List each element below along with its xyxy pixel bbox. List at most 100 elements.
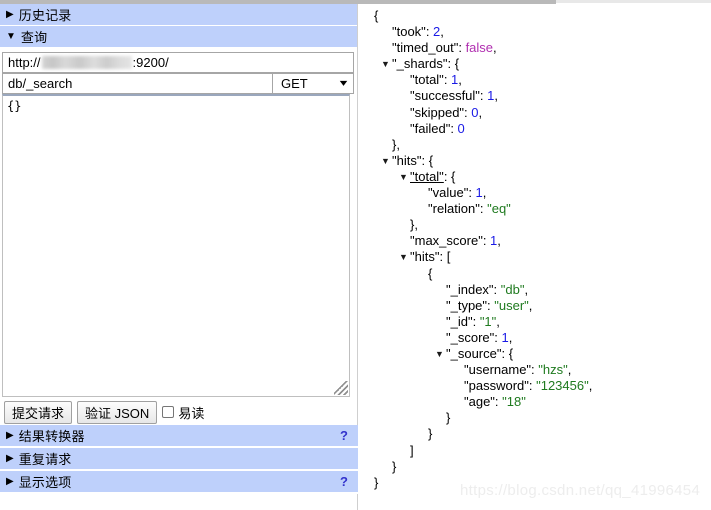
json-line: "_type": "user", bbox=[359, 298, 711, 314]
url-host-redacted bbox=[41, 56, 132, 69]
json-line: ▼ "hits": [ bbox=[359, 249, 711, 265]
http-method-value: GET bbox=[281, 76, 308, 91]
validate-json-button[interactable]: 验证 JSON bbox=[77, 400, 158, 424]
json-line: { bbox=[359, 266, 711, 282]
chevron-right-icon: ▶ bbox=[6, 475, 14, 487]
json-token: "max_score" bbox=[410, 233, 483, 249]
json-line: "_score": 1, bbox=[359, 330, 711, 346]
json-token: { bbox=[428, 265, 433, 281]
json-token: : { bbox=[447, 56, 460, 72]
chevron-right-icon: ▶ bbox=[6, 429, 14, 441]
json-token: "db" bbox=[500, 281, 525, 297]
json-line: } bbox=[359, 426, 711, 442]
json-collapse-toggle-icon[interactable]: ▼ bbox=[381, 56, 392, 72]
json-token: "_index" bbox=[446, 281, 494, 297]
json-line: ▼ "_shards": { bbox=[359, 56, 711, 72]
url-scheme-text: http:// bbox=[8, 55, 41, 70]
lower-accordion-group: ▶ 结果转换器 ? ▶ 重复请求 ▶ 显示选项 ? bbox=[0, 425, 358, 494]
json-collapse-toggle-icon[interactable]: ▼ bbox=[381, 153, 392, 169]
json-line: "timed_out": false, bbox=[359, 40, 711, 56]
chevron-down-icon: ▾ bbox=[339, 78, 348, 89]
url-input[interactable]: http:// :9200/ bbox=[2, 52, 354, 73]
json-token: } bbox=[374, 474, 379, 490]
json-token: false bbox=[465, 40, 494, 56]
json-line: "successful": 1, bbox=[359, 88, 711, 104]
chevron-right-icon: ▶ bbox=[6, 452, 14, 464]
json-token: "_id" bbox=[446, 313, 473, 329]
json-token: 1 bbox=[501, 329, 509, 345]
json-line: "_index": "db", bbox=[359, 282, 711, 298]
json-token: , bbox=[497, 233, 501, 249]
json-token: }, bbox=[392, 136, 400, 152]
json-token: "eq" bbox=[487, 201, 511, 217]
json-line: "age": "18" bbox=[359, 394, 711, 410]
json-collapse-toggle-icon[interactable]: ▼ bbox=[399, 249, 410, 265]
json-line: } bbox=[359, 459, 711, 475]
json-token: : bbox=[472, 313, 480, 329]
json-token: "timed_out" bbox=[392, 40, 459, 56]
json-line: } bbox=[359, 410, 711, 426]
readable-checkbox-label: 易读 bbox=[178, 405, 205, 421]
submit-request-label: 提交请求 bbox=[12, 405, 65, 421]
json-token: 0 bbox=[457, 120, 465, 136]
accordion-history[interactable]: ▶ 历史记录 bbox=[0, 4, 357, 26]
accordion-query[interactable]: ▼ 查询 bbox=[0, 26, 357, 48]
request-actions-row: 提交请求 验证 JSON 易读 bbox=[0, 400, 358, 424]
json-token: }, bbox=[410, 217, 418, 233]
json-token: "1" bbox=[479, 313, 497, 329]
textarea-resize-grip[interactable] bbox=[334, 381, 348, 395]
json-token: "skipped" bbox=[410, 104, 465, 120]
accordion-result-converter[interactable]: ▶ 结果转换器 ? bbox=[0, 425, 358, 448]
json-line: { bbox=[359, 8, 711, 24]
json-token: : bbox=[458, 40, 466, 56]
accordion-history-label: 历史记录 bbox=[18, 8, 72, 23]
help-icon-display-options[interactable]: ? bbox=[340, 474, 348, 489]
json-token: , bbox=[508, 329, 513, 345]
window-top-edge-right bbox=[556, 0, 711, 3]
json-token: : bbox=[443, 72, 452, 88]
json-token: , bbox=[528, 297, 533, 313]
json-collapse-toggle-icon[interactable]: ▼ bbox=[435, 346, 446, 362]
json-token: : [ bbox=[439, 249, 451, 265]
json-token: "hits" bbox=[392, 152, 422, 168]
json-line: "failed": 0 bbox=[359, 121, 711, 137]
json-collapse-toggle-icon[interactable]: ▼ bbox=[399, 169, 410, 185]
request-body-value: {} bbox=[7, 99, 22, 113]
json-token: , bbox=[496, 313, 500, 329]
json-line: "took": 2, bbox=[359, 24, 711, 40]
response-json-viewer[interactable]: {"took": 2, "timed_out": false, ▼ "_shards"… bbox=[359, 4, 711, 510]
request-body-textarea[interactable]: {} bbox=[2, 94, 350, 397]
json-token: "18" bbox=[502, 394, 526, 410]
json-token: , bbox=[458, 72, 462, 88]
json-line: "username": "hzs", bbox=[359, 362, 711, 378]
json-token: , bbox=[524, 281, 529, 297]
json-token: , bbox=[588, 378, 593, 394]
json-token: "relation" bbox=[428, 201, 480, 217]
accordion-repeat-request-label: 重复请求 bbox=[18, 452, 72, 467]
json-token: : bbox=[425, 24, 434, 40]
json-token: "total" bbox=[410, 72, 444, 88]
request-path-value: db/_search bbox=[8, 76, 73, 91]
json-token: , bbox=[440, 24, 444, 40]
request-path-input[interactable]: db/_search bbox=[2, 73, 272, 94]
accordion-repeat-request[interactable]: ▶ 重复请求 bbox=[0, 448, 358, 471]
json-token: "took" bbox=[392, 24, 426, 40]
json-token: : { bbox=[443, 168, 456, 184]
chevron-down-icon: ▼ bbox=[6, 30, 16, 42]
readable-checkbox[interactable]: 易读 bbox=[162, 403, 204, 422]
help-icon-result-converter[interactable]: ? bbox=[340, 428, 348, 443]
json-token: } bbox=[392, 458, 397, 474]
json-line: "value": 1, bbox=[359, 185, 711, 201]
json-token: "_type" bbox=[446, 297, 488, 313]
url-port-path: :9200/ bbox=[132, 55, 169, 70]
http-method-select[interactable]: GET ▾ bbox=[272, 73, 354, 94]
json-token: 1 bbox=[475, 185, 483, 201]
submit-request-button[interactable]: 提交请求 bbox=[4, 400, 73, 424]
accordion-display-options[interactable]: ▶ 显示选项 ? bbox=[0, 471, 358, 494]
request-line-row: db/_search GET ▾ bbox=[2, 73, 354, 94]
checkbox-box-icon[interactable] bbox=[162, 406, 175, 418]
json-token: : bbox=[450, 120, 458, 136]
validate-json-label: 验证 JSON bbox=[85, 405, 150, 421]
json-token: } bbox=[446, 410, 451, 426]
json-line: }, bbox=[359, 137, 711, 153]
